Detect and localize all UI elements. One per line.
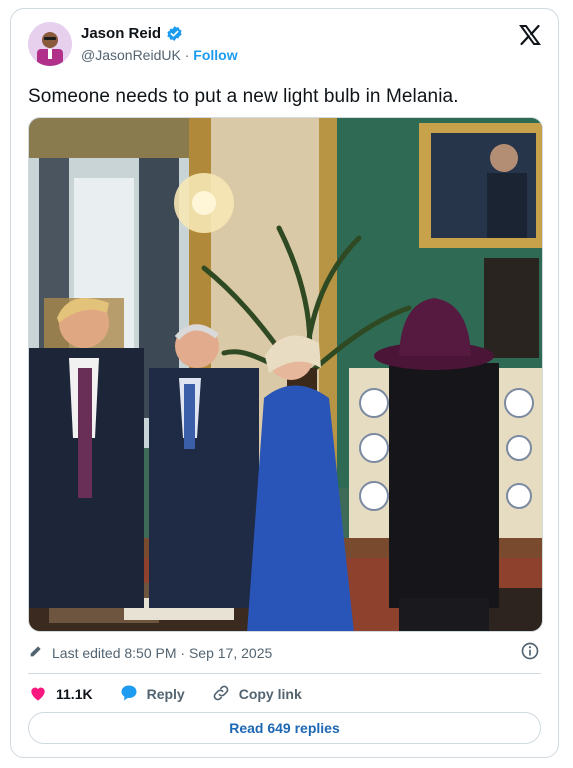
heart-icon xyxy=(28,683,48,706)
read-replies-button[interactable]: Read 649 replies xyxy=(28,712,541,744)
pencil-icon xyxy=(28,643,44,662)
edited-timestamp[interactable]: Last edited 8:50 PM · Sep 17, 2025 xyxy=(52,645,272,661)
avatar[interactable] xyxy=(28,22,72,66)
author-display-name[interactable]: Jason Reid xyxy=(81,25,161,42)
author-handle[interactable]: @JasonReidUK xyxy=(81,47,181,63)
tweet-photo[interactable] xyxy=(28,117,543,632)
tweet-card: Jason Reid @JasonReidUK · Follow Someone… xyxy=(10,8,559,758)
follow-button[interactable]: Follow xyxy=(193,47,237,63)
like-count: 11.1K xyxy=(56,686,93,702)
link-icon xyxy=(211,683,231,706)
verified-badge-icon xyxy=(166,25,183,42)
copy-link-button[interactable]: Copy link xyxy=(211,683,302,706)
reply-button[interactable]: Reply xyxy=(119,683,185,706)
x-logo-icon[interactable] xyxy=(518,23,542,47)
tweet-text: Someone needs to put a new light bulb in… xyxy=(28,86,459,107)
handle-separator: · xyxy=(180,47,194,63)
action-bar: 11.1K Reply Copy link xyxy=(28,681,328,707)
reply-label: Reply xyxy=(146,686,185,702)
edited-meta: Last edited 8:50 PM · Sep 17, 2025 xyxy=(28,643,272,662)
copy-link-label: Copy link xyxy=(238,686,302,702)
reply-bubble-icon xyxy=(119,683,139,706)
like-button[interactable]: 11.1K xyxy=(28,683,93,706)
divider xyxy=(28,673,541,674)
info-icon[interactable] xyxy=(520,641,540,661)
